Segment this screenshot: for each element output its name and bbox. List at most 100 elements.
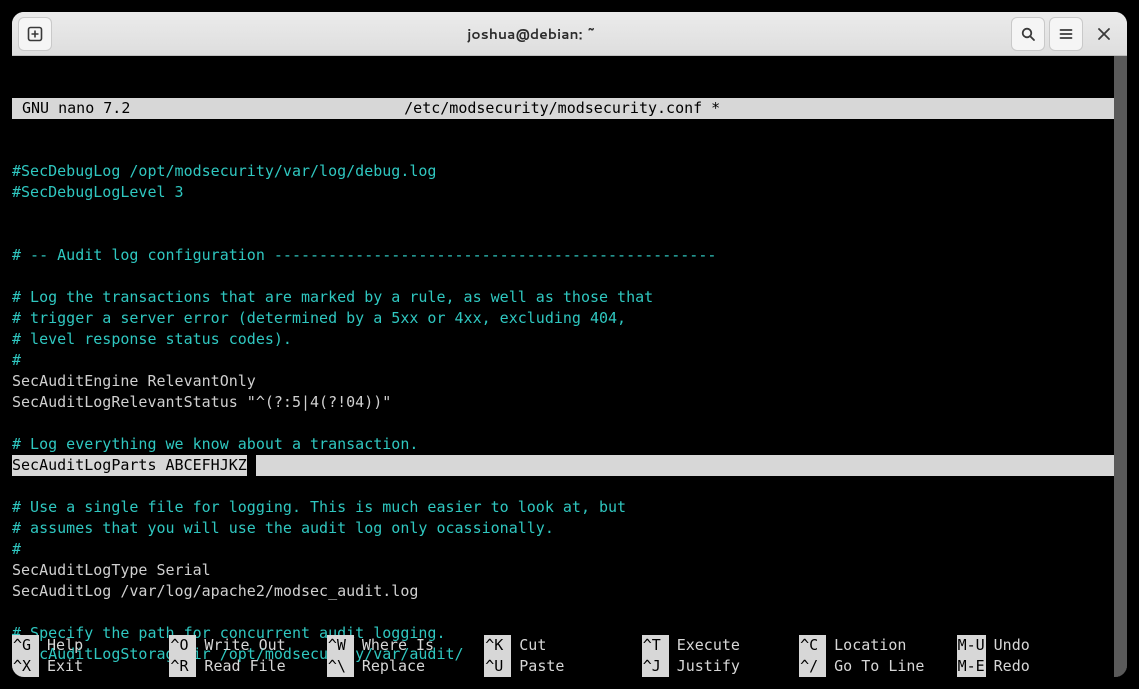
plus-box-icon — [27, 26, 43, 42]
help-key: M-U — [957, 635, 986, 656]
editor-line-text: SecAuditEngine RelevantOnly — [12, 372, 256, 390]
close-button[interactable] — [1087, 17, 1121, 51]
help-item: ^WWhere Is — [327, 635, 484, 656]
menu-button[interactable] — [1049, 17, 1083, 51]
editor-line-text — [12, 414, 21, 432]
help-key: M-E — [957, 656, 986, 677]
editor-line: SecAuditLogType Serial — [12, 560, 1114, 581]
editor-line — [12, 224, 1114, 245]
editor-line — [12, 476, 1114, 497]
editor-line: #SecDebugLogLevel 3 — [12, 182, 1114, 203]
editor-line-text: # assumes that you will use the audit lo… — [12, 519, 554, 537]
help-item: ^OWrite Out — [169, 635, 326, 656]
editor-line: # Use a single file for logging. This is… — [12, 497, 1114, 518]
text-cursor — [247, 455, 256, 476]
help-key: ^/ — [799, 656, 826, 677]
editor-line — [12, 413, 1114, 434]
nano-header: GNU nano 7.2 /etc/modsecurity/modsecurit… — [12, 98, 1114, 119]
help-item: M-UUndo — [957, 635, 1114, 656]
help-key: ^K — [484, 635, 511, 656]
editor-line-text: SecAuditLogParts ABCEFHJKZ — [12, 456, 247, 474]
scrollbar-thumb[interactable] — [1114, 56, 1127, 677]
editor-line: SecAuditEngine RelevantOnly — [12, 371, 1114, 392]
editor-line — [12, 266, 1114, 287]
help-key: ^J — [642, 656, 669, 677]
terminal-content: GNU nano 7.2 /etc/modsecurity/modsecurit… — [12, 56, 1127, 677]
search-icon — [1020, 26, 1036, 42]
help-label: Location — [826, 635, 906, 656]
help-key: ^W — [327, 635, 354, 656]
editor-line: # assumes that you will use the audit lo… — [12, 518, 1114, 539]
editor-line-text: # level response status codes). — [12, 330, 292, 348]
help-key: ^\ — [327, 656, 354, 677]
editor-line: # trigger a server error (determined by … — [12, 308, 1114, 329]
help-label: Go To Line — [826, 656, 924, 677]
editor-line-text: SecAuditLogType Serial — [12, 561, 211, 579]
editor-line-text: # — [12, 540, 21, 558]
editor-cursor-line: SecAuditLogParts ABCEFHJKZ — [12, 455, 1114, 476]
help-label: Read File — [196, 656, 285, 677]
terminal-area[interactable]: GNU nano 7.2 /etc/modsecurity/modsecurit… — [12, 56, 1127, 677]
help-item: ^\Replace — [327, 656, 484, 677]
help-item: ^/Go To Line — [799, 656, 956, 677]
editor-line-text: #SecDebugLog /opt/modsecurity/var/log/de… — [12, 162, 436, 180]
editor-line-text — [12, 477, 21, 495]
help-item: ^CLocation — [799, 635, 956, 656]
editor-line-text: # Use a single file for logging. This is… — [12, 498, 626, 516]
help-item: ^KCut — [484, 635, 641, 656]
help-key: ^O — [169, 635, 196, 656]
editor-line-text: # Log everything we know about a transac… — [12, 435, 418, 453]
editor-line: SecAuditLogRelevantStatus "^(?:5|4(?!04)… — [12, 392, 1114, 413]
editor-line: #SecDebugLog /opt/modsecurity/var/log/de… — [12, 161, 1114, 182]
help-item: ^TExecute — [642, 635, 799, 656]
editor-line-text: # — [12, 351, 21, 369]
nano-app-name: GNU nano 7.2 — [12, 98, 130, 119]
editor-line-text — [12, 267, 21, 285]
help-item: ^JJustify — [642, 656, 799, 677]
help-key: ^X — [12, 656, 39, 677]
help-key: ^T — [642, 635, 669, 656]
new-tab-button[interactable] — [18, 17, 52, 51]
editor-line-text: # -- Audit log configuration -----------… — [12, 246, 716, 264]
editor-line — [12, 203, 1114, 224]
help-key: ^U — [484, 656, 511, 677]
help-label: Justify — [669, 656, 740, 677]
titlebar: joshua@debian: ~ — [12, 12, 1127, 56]
editor-line-text: # trigger a server error (determined by … — [12, 309, 626, 327]
scrollbar[interactable] — [1114, 56, 1127, 677]
nano-help-bar: ^GHelp^OWrite Out^WWhere Is^KCut^TExecut… — [12, 635, 1114, 677]
editor-line: # level response status codes). — [12, 329, 1114, 350]
help-label: Replace — [354, 656, 425, 677]
editor-line: SecAuditLog /var/log/apache2/modsec_audi… — [12, 581, 1114, 602]
editor-line-text: SecAuditLog /var/log/apache2/modsec_audi… — [12, 582, 418, 600]
help-label: Cut — [511, 635, 546, 656]
help-key: ^G — [12, 635, 39, 656]
editor-line-text — [12, 204, 21, 222]
help-label: Help — [39, 635, 83, 656]
editor-lines: #SecDebugLog /opt/modsecurity/var/log/de… — [12, 161, 1127, 677]
editor-line: # Log the transactions that are marked b… — [12, 287, 1114, 308]
help-item: M-ERedo — [957, 656, 1114, 677]
help-item: ^RRead File — [169, 656, 326, 677]
editor-line: # — [12, 539, 1114, 560]
help-item: ^GHelp — [12, 635, 169, 656]
close-icon — [1097, 27, 1111, 41]
editor-line-text: #SecDebugLogLevel 3 — [12, 183, 184, 201]
help-label: Redo — [986, 656, 1030, 677]
editor-line: # — [12, 350, 1114, 371]
editor-line-text: # Log the transactions that are marked b… — [12, 288, 653, 306]
help-label: Undo — [986, 635, 1030, 656]
hamburger-icon — [1058, 26, 1074, 42]
help-label: Write Out — [196, 635, 285, 656]
search-button[interactable] — [1011, 17, 1045, 51]
window-title: joshua@debian: ~ — [52, 24, 1011, 44]
editor-line — [12, 602, 1114, 623]
help-key: ^C — [799, 635, 826, 656]
help-item: ^UPaste — [484, 656, 641, 677]
nano-file-name: /etc/modsecurity/modsecurity.conf * — [130, 98, 994, 119]
help-label: Where Is — [354, 635, 434, 656]
editor-line-text — [12, 225, 21, 243]
editor-line: # -- Audit log configuration -----------… — [12, 245, 1114, 266]
editor-line-text — [12, 603, 21, 621]
editor-line-text: SecAuditLogRelevantStatus "^(?:5|4(?!04)… — [12, 393, 391, 411]
